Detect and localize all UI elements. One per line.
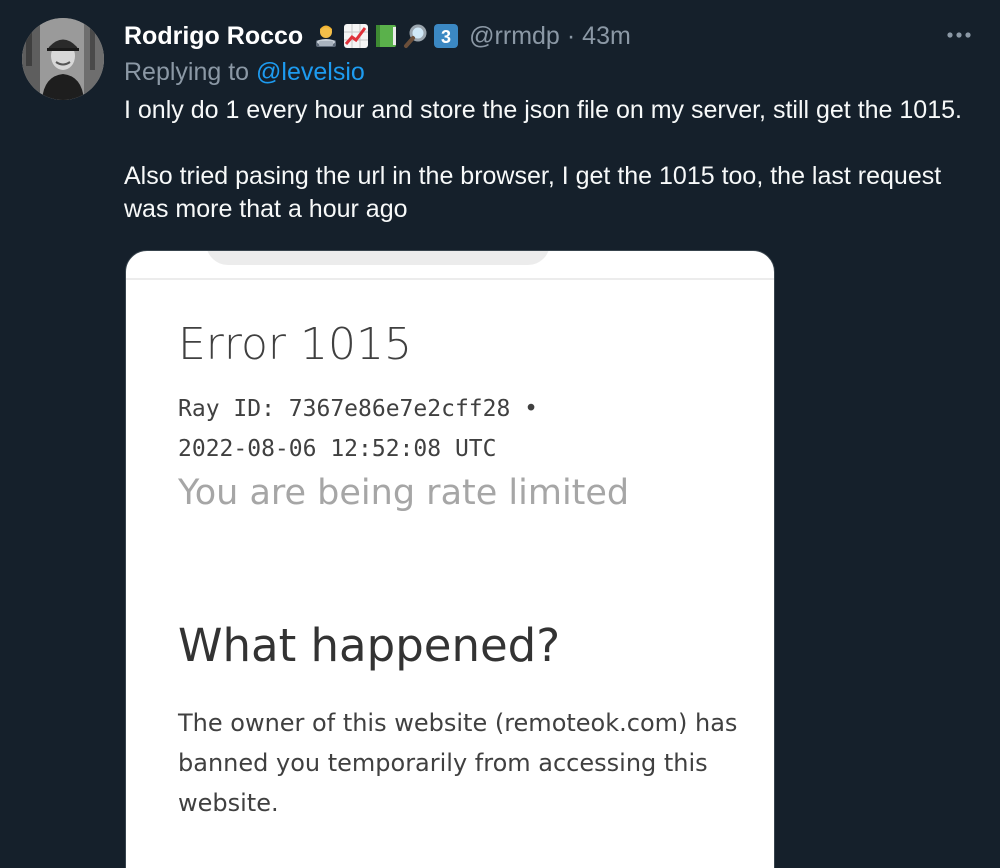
error-timestamp: 2022-08-06 12:52:08 UTC [178, 436, 497, 462]
avatar-photo [22, 18, 104, 100]
green-book-icon [373, 23, 399, 49]
replying-to: Replying to @levelsio [124, 58, 365, 87]
error-title: Error 1015 [178, 319, 412, 370]
chart-increasing-icon [343, 23, 369, 49]
replying-to-label: Replying to [124, 58, 250, 86]
phone-divider [126, 278, 774, 280]
keycap-digit: 3 [441, 27, 451, 47]
error-description: The owner of this website (remoteok.com)… [178, 709, 738, 817]
what-happened-heading: What happened? [178, 619, 561, 672]
avatar[interactable] [22, 18, 104, 100]
phone-notch [206, 251, 550, 265]
display-name[interactable]: Rodrigo Rocco [124, 22, 303, 51]
name-emojis: 3 [313, 23, 463, 49]
tweet-paragraph: Also tried pasing the url in the browser… [124, 162, 942, 223]
tweet: Rodrigo Rocco 3 @rrmdp · 43m Replying to… [0, 0, 1000, 868]
technologist-icon [313, 23, 339, 49]
separator-dot: · [566, 21, 576, 50]
tweet-paragraph: I only do 1 every hour and store the jso… [124, 96, 962, 124]
ray-id: Ray ID: 7367e86e7e2cff28 • [178, 396, 539, 422]
magnifying-glass-icon [403, 23, 429, 49]
attached-image[interactable]: Error 1015 Ray ID: 7367e86e7e2cff28 • 20… [125, 250, 775, 868]
rate-limited-message: You are being rate limited [178, 473, 630, 513]
tweet-text: I only do 1 every hour and store the jso… [124, 94, 984, 226]
author-handle[interactable]: @rrmdp [469, 22, 560, 51]
tweet-header: Rodrigo Rocco 3 @rrmdp · 43m [124, 18, 631, 54]
more-options-icon[interactable] [942, 20, 976, 50]
tweet-timestamp[interactable]: 43m [582, 22, 631, 51]
keycap-3-icon: 3 [433, 23, 459, 49]
reply-mention-link[interactable]: @levelsio [256, 58, 365, 86]
